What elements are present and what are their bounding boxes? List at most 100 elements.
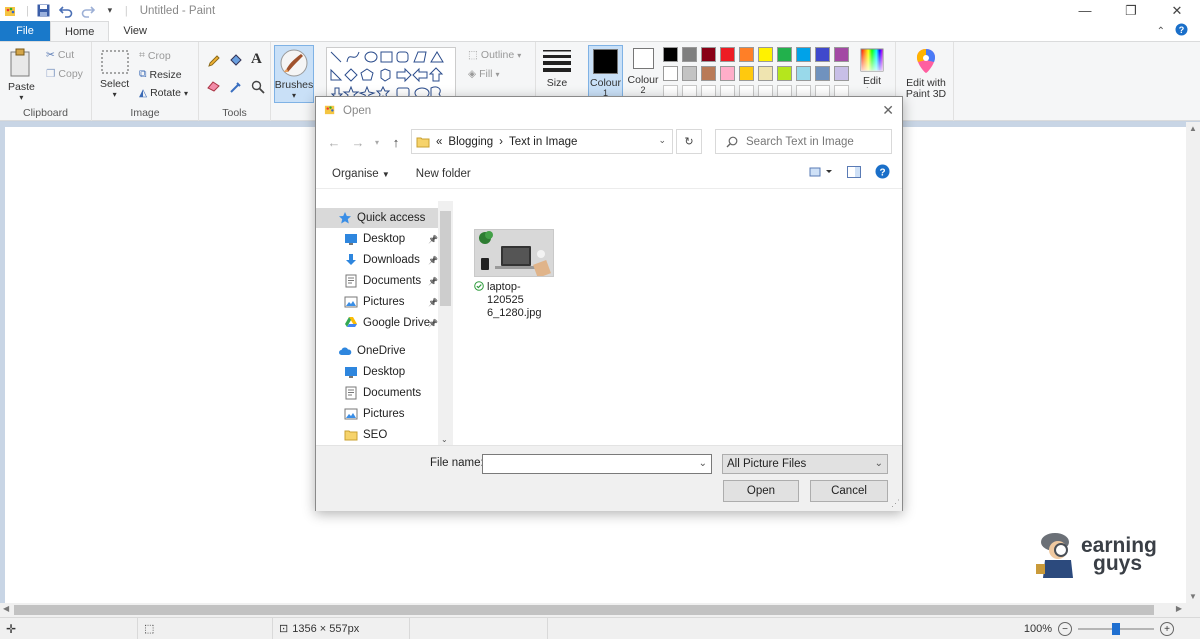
palette-swatch[interactable]	[796, 66, 811, 81]
color-picker-icon[interactable]	[229, 80, 243, 94]
palette-swatch[interactable]	[701, 47, 716, 62]
brushes-button[interactable]: Brushes ▾	[274, 45, 314, 103]
rotate-button[interactable]: ◭ Rotate ▾	[139, 87, 188, 99]
palette-swatch[interactable]	[834, 47, 849, 62]
select-button[interactable]: Select ▾	[100, 50, 129, 99]
scroll-up-icon[interactable]: ▲	[1189, 124, 1197, 133]
palette-swatch[interactable]	[663, 47, 678, 62]
dialog-close-icon[interactable]: ✕	[882, 102, 894, 119]
scroll-right-icon[interactable]: ▶	[1176, 604, 1182, 613]
palette-swatch[interactable]	[720, 47, 735, 62]
zoom-in-icon[interactable]: +	[1160, 622, 1174, 636]
breadcrumb-text-in-image[interactable]: Text in Image	[509, 136, 577, 148]
fill-bucket-icon[interactable]	[229, 54, 243, 68]
nav-item-downloads[interactable]: Downloads 📌	[316, 250, 440, 270]
file-type-select[interactable]: All Picture Files ⌄	[722, 454, 888, 474]
horizontal-scroll-thumb[interactable]	[14, 605, 1154, 615]
fill-button[interactable]: ◈ Fill ▾	[468, 68, 500, 80]
palette-swatch[interactable]	[758, 47, 773, 62]
redo-icon[interactable]	[81, 4, 95, 18]
address-dropdown-icon[interactable]: ⌄	[658, 135, 666, 146]
preview-pane-icon[interactable]	[847, 165, 861, 181]
palette-swatch[interactable]	[701, 66, 716, 81]
palette-swatch[interactable]	[777, 66, 792, 81]
save-icon[interactable]	[37, 4, 51, 18]
forward-arrow-icon[interactable]: →	[346, 130, 370, 154]
outline-button[interactable]: ⬚ Outline ▾	[468, 49, 521, 61]
tab-home[interactable]: Home	[50, 21, 110, 41]
navigation-pane-scrollbar[interactable]: ⌄	[438, 201, 453, 445]
nav-item-seo[interactable]: SEO	[316, 425, 440, 445]
minimize-button[interactable]: —	[1062, 0, 1108, 21]
copy-button[interactable]: ❐ Copy	[46, 68, 83, 80]
navigation-scroll-thumb[interactable]	[440, 211, 451, 306]
file-name-input[interactable]: ⌄	[482, 454, 712, 474]
nav-item-desktop[interactable]: Desktop 📌	[316, 229, 440, 249]
refresh-button[interactable]: ↻	[676, 129, 702, 154]
nav-item-desktop[interactable]: Desktop	[316, 362, 440, 382]
resize-grip-icon[interactable]: ⋰	[891, 498, 900, 509]
palette-swatch[interactable]	[682, 66, 697, 81]
size-button[interactable]: Size	[542, 48, 572, 89]
zoom-slider[interactable]	[1078, 622, 1154, 636]
zoom-slider-thumb[interactable]	[1112, 623, 1120, 635]
close-button[interactable]: ✕	[1154, 0, 1200, 21]
new-folder-button[interactable]: New folder	[416, 168, 471, 180]
pencil-icon[interactable]	[207, 54, 221, 68]
back-arrow-icon[interactable]: ←	[322, 130, 346, 154]
palette-swatch[interactable]	[815, 47, 830, 62]
nav-item-pictures[interactable]: Pictures 📌	[316, 292, 440, 312]
nav-item-documents[interactable]: Documents 📌	[316, 271, 440, 291]
palette-swatch[interactable]	[815, 66, 830, 81]
cancel-button[interactable]: Cancel	[810, 480, 888, 502]
resize-button[interactable]: ⧉ Resize	[139, 68, 182, 81]
horizontal-scrollbar[interactable]: ◀ ▶	[0, 603, 1200, 617]
search-box[interactable]: Search Text in Image	[715, 129, 892, 154]
crop-button[interactable]: ⌗ Crop	[139, 49, 171, 62]
breadcrumb-blogging[interactable]: Blogging	[448, 136, 493, 148]
up-arrow-icon[interactable]: ↑	[384, 130, 408, 154]
collapse-ribbon-icon[interactable]: ⌃	[1157, 26, 1165, 37]
paste-button[interactable]: Paste ▾	[8, 48, 35, 102]
palette-swatch[interactable]	[777, 47, 792, 62]
nav-item-documents[interactable]: Documents	[316, 383, 440, 403]
palette-swatch[interactable]	[663, 66, 678, 81]
vertical-scrollbar[interactable]: ▲ ▼	[1186, 122, 1200, 603]
palette-swatch[interactable]	[739, 47, 754, 62]
tab-file[interactable]: File	[0, 21, 50, 41]
colour1-button[interactable]: Colour 1	[588, 45, 623, 100]
shapes-gallery[interactable]	[326, 47, 456, 102]
address-bar[interactable]: « Blogging › Text in Image ⌄	[411, 129, 673, 154]
nav-item-onedrive[interactable]: OneDrive	[316, 341, 440, 361]
open-button[interactable]: Open	[723, 480, 799, 502]
nav-item-google-drive[interactable]: Google Drive 📌	[316, 313, 440, 333]
scroll-left-icon[interactable]: ◀	[3, 604, 9, 613]
palette-swatch[interactable]	[739, 66, 754, 81]
undo-icon[interactable]	[58, 4, 73, 18]
edit-colours-button[interactable]: Edit colours	[852, 48, 892, 88]
cut-button[interactable]: ✂ Cut	[46, 49, 74, 61]
palette-swatch[interactable]	[720, 66, 735, 81]
scroll-down-icon[interactable]: ▼	[1189, 592, 1197, 601]
tab-view[interactable]: View	[109, 21, 161, 41]
edit-with-paint3d-button[interactable]: Edit with Paint 3D	[902, 48, 950, 100]
zoom-out-icon[interactable]: −	[1058, 622, 1072, 636]
customize-qa-icon[interactable]: ▾	[103, 4, 117, 18]
nav-item-quick-access[interactable]: Quick access	[316, 208, 440, 228]
colour2-button[interactable]: Colour 2	[626, 48, 660, 103]
help-icon[interactable]: ?	[875, 164, 890, 182]
palette-swatch[interactable]	[758, 66, 773, 81]
nav-item-pictures[interactable]: Pictures	[316, 404, 440, 424]
palette-swatch[interactable]	[796, 47, 811, 62]
file-item[interactable]: laptop-120525 6_1280.jpg	[474, 229, 556, 320]
eraser-icon[interactable]	[207, 80, 221, 92]
organise-button[interactable]: Organise ▼	[332, 168, 390, 180]
text-tool-icon[interactable]: A	[251, 51, 262, 68]
restore-button[interactable]: ❐	[1108, 0, 1154, 21]
palette-swatch[interactable]	[682, 47, 697, 62]
recent-locations-icon[interactable]: ▾	[370, 130, 384, 154]
nav-scroll-down-icon[interactable]: ⌄	[441, 435, 448, 444]
file-name-dropdown-icon[interactable]: ⌄	[699, 458, 707, 469]
palette-swatch[interactable]	[834, 66, 849, 81]
help-icon[interactable]: ?	[1175, 23, 1188, 39]
